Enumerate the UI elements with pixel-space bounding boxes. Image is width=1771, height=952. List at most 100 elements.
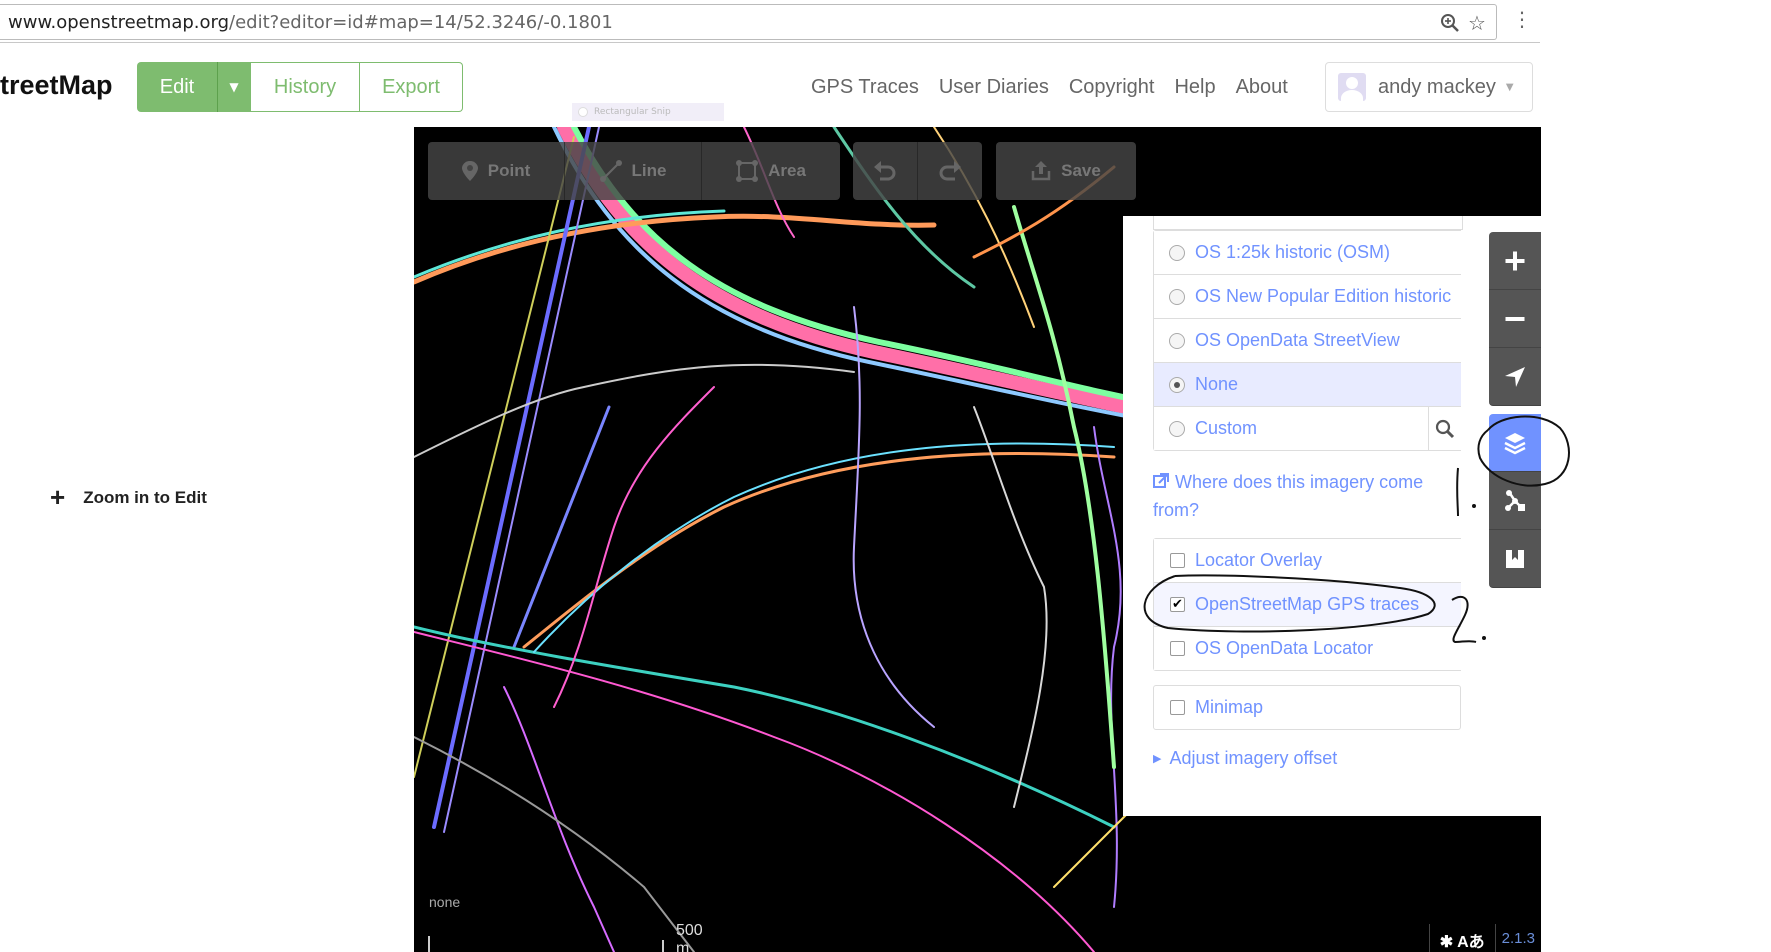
snip-label: Rectangular Snip <box>594 107 671 117</box>
language-icon-label: Aあ <box>1457 934 1485 951</box>
scale-bar: 500 m <box>428 922 703 952</box>
imagery-row-os-npe[interactable]: OS New Popular Edition historic <box>1154 275 1461 319</box>
plus-icon <box>1505 251 1525 270</box>
background-panel: OS 1:25k historic (OSM) OS New Popular E… <box>1123 216 1541 816</box>
checkbox-checked[interactable]: ✔ <box>1170 597 1185 612</box>
scale-label: 500 m <box>676 922 703 952</box>
magnifier-plus-icon[interactable] <box>1440 13 1460 38</box>
nav-gps-traces[interactable]: GPS Traces <box>811 76 919 99</box>
adjust-offset-label: Adjust imagery offset <box>1169 748 1338 768</box>
user-menu[interactable]: andy mackey ▼ <box>1325 62 1533 112</box>
imagery-row-os-25k[interactable]: OS 1:25k historic (OSM) <box>1154 231 1461 275</box>
save-label: Save <box>1061 161 1101 180</box>
edit-dropdown-button[interactable]: ▼ <box>217 62 250 112</box>
triangle-right-icon: ▶ <box>1153 753 1162 765</box>
help-button[interactable] <box>1489 530 1541 588</box>
zoom-in-to-edit-button[interactable]: + Zoom in to Edit <box>50 482 207 513</box>
caret-down-icon: ▼ <box>229 80 239 94</box>
marker-icon <box>461 161 478 181</box>
line-icon <box>599 160 622 182</box>
imagery-source-text: Where does this imagery come from? <box>1153 472 1424 520</box>
edit-button-group: Edit ▼ History Export <box>137 62 463 112</box>
radio-button[interactable] <box>1169 332 1185 349</box>
minimap-row[interactable]: Minimap <box>1153 685 1461 730</box>
area-icon <box>736 160 759 182</box>
undo-button[interactable] <box>853 142 918 200</box>
edit-button[interactable]: Edit <box>137 62 217 112</box>
map-data-button[interactable] <box>1489 472 1541 530</box>
add-line-button[interactable]: Line <box>565 142 702 200</box>
checkbox[interactable] <box>1170 700 1185 715</box>
book-icon <box>1506 549 1524 568</box>
background-settings-button[interactable] <box>1489 414 1541 472</box>
add-area-button[interactable]: Area <box>702 142 840 200</box>
imagery-row-os-streetview[interactable]: OS OpenData StreetView <box>1154 319 1461 363</box>
plus-icon: + <box>50 482 66 512</box>
imagery-attribution: none <box>429 894 461 910</box>
overlay-list: Locator Overlay ✔ OpenStreetMap GPS trac… <box>1153 538 1461 671</box>
url-path: /edit?editor=id#map=14/52.3246/-0.1801 <box>229 12 613 33</box>
overlay-row-locator[interactable]: Locator Overlay <box>1154 539 1461 583</box>
export-button[interactable]: Export <box>360 62 463 112</box>
imagery-label: None <box>1195 374 1239 394</box>
point-label: Point <box>487 161 531 180</box>
line-label: Line <box>631 161 667 180</box>
imagery-row-custom[interactable]: Custom <box>1154 407 1461 450</box>
minimap-label: Minimap <box>1195 697 1264 717</box>
overlay-label: OS OpenData Locator <box>1195 638 1374 658</box>
overlay-row-os-locator[interactable]: OS OpenData Locator <box>1154 627 1461 670</box>
imagery-row-none[interactable]: None <box>1154 363 1461 407</box>
geolocate-button[interactable] <box>1489 348 1541 406</box>
url-field[interactable]: www.openstreetmap.org/edit?editor=id#map… <box>0 4 1497 40</box>
map-data-icon <box>1505 489 1525 511</box>
add-point-button[interactable]: Point <box>428 142 565 200</box>
nav-about[interactable]: About <box>1236 76 1288 99</box>
overlay-row-gps-traces[interactable]: ✔ OpenStreetMap GPS traces <box>1154 583 1461 627</box>
zoom-in-button[interactable] <box>1489 232 1541 290</box>
nav-help[interactable]: Help <box>1174 76 1215 99</box>
upload-icon <box>1031 161 1051 181</box>
adjust-offset-toggle[interactable]: ▶ Adjust imagery offset <box>1153 748 1337 769</box>
caret-down-icon: ▼ <box>1505 81 1514 93</box>
username: andy mackey <box>1378 75 1496 98</box>
bug-icon: ✱ <box>1439 934 1458 951</box>
site-logo[interactable]: treetMap <box>0 70 113 101</box>
vertical-dots-icon[interactable]: ⋮ <box>1512 7 1532 31</box>
layers-icon <box>1504 432 1526 454</box>
imagery-source-link[interactable]: Where does this imagery come from? <box>1153 468 1443 524</box>
nav-copyright[interactable]: Copyright <box>1069 76 1155 99</box>
imagery-label: OS OpenData StreetView <box>1195 330 1400 350</box>
redo-icon <box>939 161 961 181</box>
imagery-label: OS New Popular Edition historic <box>1195 286 1452 306</box>
undo-icon <box>874 161 896 181</box>
version-label[interactable]: 2.1.3 <box>1494 924 1541 952</box>
imagery-row-partial <box>1153 216 1463 230</box>
top-nav: GPS Traces User Diaries Copyright Help A… <box>811 76 1288 99</box>
radio-button[interactable] <box>1169 244 1185 261</box>
snip-dot-icon <box>578 107 588 117</box>
nav-user-diaries[interactable]: User Diaries <box>939 76 1049 99</box>
imagery-list: OS 1:25k historic (OSM) OS New Popular E… <box>1153 230 1461 451</box>
snip-tooltip: Rectangular Snip <box>572 103 724 121</box>
url-domain: www.openstreetmap.org <box>8 12 230 33</box>
checkbox[interactable] <box>1170 553 1185 568</box>
avatar <box>1338 73 1366 101</box>
radio-button[interactable] <box>1169 420 1185 437</box>
radio-button[interactable] <box>1169 288 1185 305</box>
issues-language-icon[interactable]: ✱ Aあ <box>1428 924 1495 952</box>
checkbox[interactable] <box>1170 641 1185 656</box>
history-button[interactable]: History <box>250 62 360 112</box>
map-footer: ✱ Aあ 2.1.3 <box>1428 924 1541 952</box>
save-button[interactable]: Save <box>996 142 1136 200</box>
zoom-out-button[interactable] <box>1489 290 1541 348</box>
scale-tick <box>662 940 664 952</box>
browser-address-bar: www.openstreetmap.org/edit?editor=id#map… <box>0 0 1540 43</box>
redo-button[interactable] <box>918 142 982 200</box>
save-toolbar: Save <box>996 142 1136 200</box>
star-icon[interactable]: ☆ <box>1468 11 1486 35</box>
history-toolbar <box>853 142 982 200</box>
imagery-label: Custom <box>1195 418 1258 438</box>
area-label: Area <box>768 161 806 180</box>
radio-button-selected[interactable] <box>1169 376 1185 393</box>
search-icon[interactable] <box>1428 407 1461 450</box>
